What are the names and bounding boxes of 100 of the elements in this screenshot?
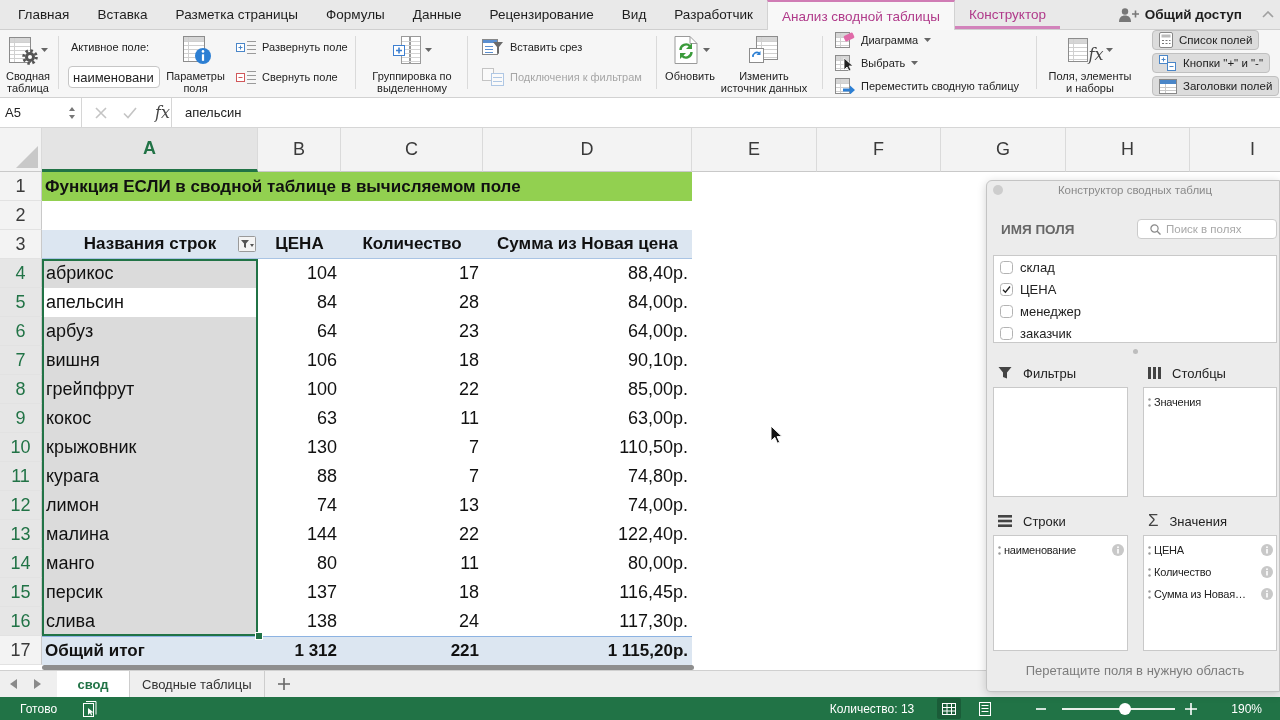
refresh-button[interactable]: Обновить: [662, 30, 718, 82]
table-cell-text: 13: [457, 494, 480, 517]
caret-icon: [1106, 48, 1114, 52]
row-header[interactable]: 16: [0, 607, 42, 636]
active-field-input[interactable]: наименовани: [68, 66, 160, 88]
row-header[interactable]: 12: [0, 491, 42, 520]
field-list-item[interactable]: склад: [994, 256, 1055, 278]
record-macro-icon[interactable]: [83, 700, 98, 717]
cancel-icon[interactable]: [95, 106, 107, 119]
column-header[interactable]: B: [258, 128, 341, 172]
sheet-tab[interactable]: свод: [57, 671, 130, 697]
ribbon-tab[interactable]: Разметка страницы: [161, 0, 313, 29]
row-header[interactable]: 11: [0, 462, 42, 491]
ribbon-tab[interactable]: Анализ сводной таблицы: [767, 0, 955, 30]
row-header[interactable]: 6: [0, 317, 42, 346]
arrow-right-icon[interactable]: [33, 679, 41, 689]
info-icon[interactable]: [1112, 544, 1124, 556]
area-field[interactable]: наименование: [994, 539, 1127, 561]
row-header[interactable]: 5: [0, 288, 42, 317]
close-icon[interactable]: [993, 185, 1003, 195]
ribbon-tab[interactable]: Данные: [398, 0, 476, 29]
zoom-level[interactable]: 190%: [1231, 701, 1262, 716]
column-header[interactable]: E: [692, 128, 817, 172]
expand-field-button[interactable]: Развернуть поле: [236, 37, 348, 57]
formula-input[interactable]: апельсин: [185, 98, 242, 127]
area-field[interactable]: ЦЕНА: [1144, 539, 1276, 561]
select-button[interactable]: Выбрать: [835, 53, 919, 73]
field-name-heading: ИМЯ ПОЛЯ: [1000, 221, 1075, 237]
row-header[interactable]: 15: [0, 578, 42, 607]
checkbox[interactable]: [1000, 304, 1013, 318]
row-header[interactable]: 3: [0, 230, 42, 259]
slider-thumb[interactable]: [1118, 702, 1131, 715]
row-header[interactable]: 14: [0, 549, 42, 578]
area-title: Значения: [1169, 513, 1227, 529]
column-header[interactable]: A: [42, 128, 258, 172]
expand-icon: [236, 39, 256, 55]
plus-icon[interactable]: [277, 678, 290, 690]
row-header[interactable]: 4: [0, 259, 42, 288]
info-icon[interactable]: [1261, 544, 1273, 556]
info-icon[interactable]: [1261, 588, 1273, 600]
field-list-item[interactable]: ЦЕНА: [994, 278, 1057, 300]
change-source-button[interactable]: Изменить источник данных: [718, 30, 810, 94]
column-header[interactable]: D: [483, 128, 692, 172]
drop-area[interactable]: Значения: [1143, 387, 1277, 497]
column-header[interactable]: C: [341, 128, 483, 172]
checkbox[interactable]: [1000, 260, 1013, 274]
filter-button-icon[interactable]: [238, 236, 256, 252]
arrow-left-icon[interactable]: [10, 679, 18, 689]
share-button[interactable]: Общий доступ: [1112, 0, 1248, 29]
field-list-item[interactable]: менеджер: [994, 300, 1082, 322]
toggle-button[interactable]: Кнопки "+" и "-": [1152, 53, 1270, 73]
column-header[interactable]: G: [941, 128, 1066, 172]
view-button[interactable]: [937, 698, 962, 719]
insert-function-button[interactable]: fx: [155, 103, 170, 122]
name-box[interactable]: A5: [0, 98, 82, 127]
drag-handle-icon[interactable]: [1132, 349, 1138, 354]
search-input[interactable]: Поиск в полях: [1166, 221, 1266, 237]
area-field[interactable]: Сумма из Новая…: [1144, 583, 1276, 605]
row-header[interactable]: 17: [0, 636, 42, 665]
row-header[interactable]: 10: [0, 433, 42, 462]
checkbox[interactable]: [1000, 282, 1013, 296]
ribbon-tab[interactable]: Вставка: [83, 0, 162, 29]
ribbon-tab[interactable]: Формулы: [312, 0, 399, 29]
collapse-field-button[interactable]: Свернуть поле: [236, 67, 338, 87]
row-header[interactable]: 9: [0, 404, 42, 433]
pivot-table-button[interactable]: Сводная таблица: [2, 30, 54, 94]
info-icon[interactable]: [1261, 566, 1273, 578]
fill-handle[interactable]: [255, 632, 263, 640]
move-pivot-button[interactable]: Переместить сводную таблицу: [835, 76, 1020, 96]
checkbox[interactable]: [1000, 326, 1013, 340]
chevron-up-icon[interactable]: [1262, 11, 1274, 18]
fields-items-sets-button[interactable]: fx Поля, элементы и наборы: [1042, 30, 1138, 94]
area-field[interactable]: Количество: [1144, 561, 1276, 583]
row-header[interactable]: 1: [0, 172, 42, 201]
row-header[interactable]: 7: [0, 346, 42, 375]
field-list-item[interactable]: заказчик: [994, 322, 1072, 344]
toggle-button[interactable]: Список полей: [1152, 30, 1260, 50]
ribbon-tab[interactable]: Вид: [607, 0, 661, 29]
row-header[interactable]: 2: [0, 201, 42, 230]
chart-button[interactable]: Диаграмма: [835, 30, 932, 50]
drop-area[interactable]: [993, 387, 1128, 497]
group-selection-button[interactable]: Группировка по выделенному: [364, 30, 460, 94]
search-field[interactable]: Поиск в полях: [1137, 219, 1277, 239]
horizontal-scrollbar[interactable]: [42, 665, 694, 670]
row-header[interactable]: 13: [0, 520, 42, 549]
select-all-button[interactable]: [0, 128, 42, 172]
ribbon-tab[interactable]: Главная: [4, 0, 84, 29]
column-header[interactable]: H: [1066, 128, 1190, 172]
row-header[interactable]: 8: [0, 375, 42, 404]
area-field[interactable]: Значения: [1144, 391, 1276, 413]
ribbon-tab[interactable]: Разработчик: [660, 0, 767, 29]
toggle-button[interactable]: Заголовки полей: [1152, 76, 1280, 96]
column-header[interactable]: F: [817, 128, 941, 172]
field-settings-button[interactable]: Параметры поля: [163, 30, 228, 94]
insert-slicer-button[interactable]: Вставить срез: [482, 37, 583, 57]
column-header[interactable]: I: [1190, 128, 1280, 172]
drop-area[interactable]: ЦЕНА Количество Сумма из Новая…: [1143, 535, 1277, 651]
drop-area[interactable]: наименование: [993, 535, 1128, 651]
check-icon[interactable]: [123, 106, 137, 119]
ribbon-tab[interactable]: Рецензирование: [475, 0, 608, 29]
